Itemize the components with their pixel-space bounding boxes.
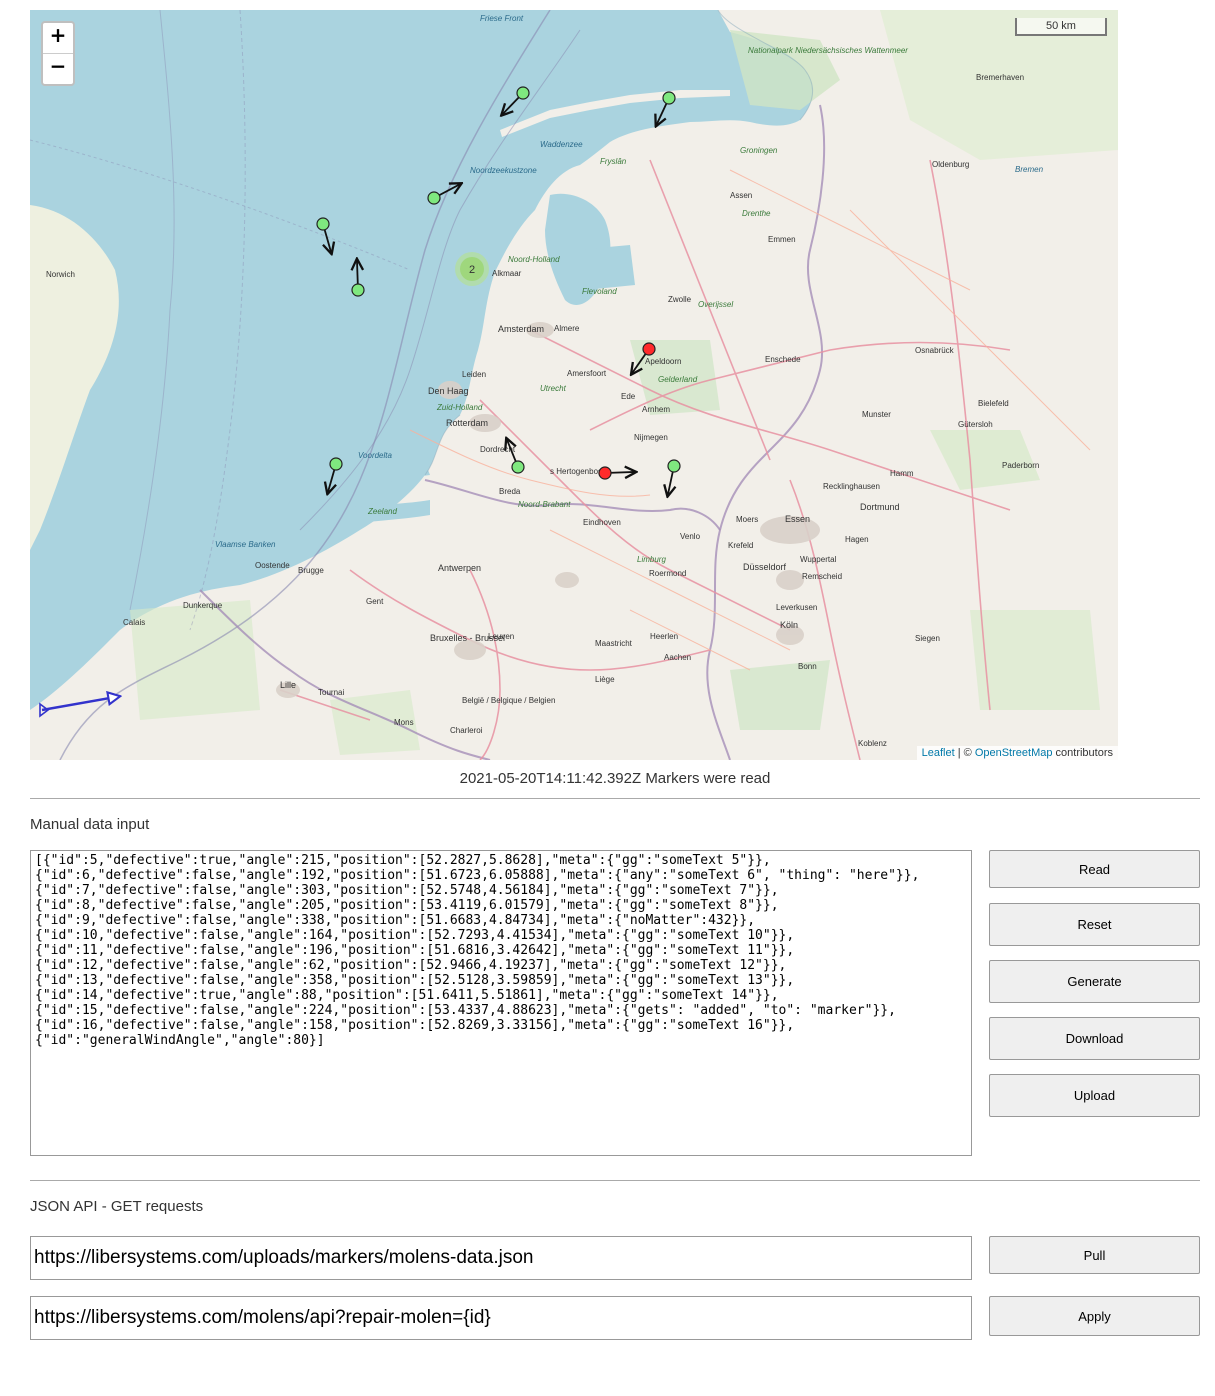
marker-cluster[interactable]: 2 — [455, 252, 489, 286]
map-attribution: Leaflet | © OpenStreetMap contributors — [916, 746, 1118, 760]
json-api-heading: JSON API - GET requests — [30, 1198, 204, 1215]
windmill-marker[interactable] — [656, 91, 676, 125]
marker-dot[interactable] — [662, 91, 676, 105]
manual-input-heading: Manual data input — [30, 816, 150, 833]
marker-dot[interactable] — [351, 283, 365, 297]
attribution-suffix: contributors — [1052, 747, 1113, 759]
marker-dot[interactable] — [329, 457, 343, 471]
windmill-marker[interactable] — [507, 439, 525, 474]
marker-dot[interactable] — [642, 342, 656, 356]
pull-url-input[interactable] — [30, 1236, 972, 1280]
upload-button[interactable]: Upload — [989, 1074, 1200, 1117]
map-scale: 50 km — [1015, 18, 1107, 36]
map[interactable]: Friese Front Nationalpark Niedersächsisch… — [30, 10, 1118, 760]
marker-layer: 2 — [39, 86, 681, 718]
windmill-marker[interactable] — [502, 86, 530, 115]
status-message: 2021-05-20T14:11:42.392Z Markers were re… — [459, 770, 771, 787]
marker-dot[interactable] — [598, 466, 612, 480]
json-data-textarea[interactable] — [30, 850, 972, 1156]
marker-dot[interactable] — [511, 460, 525, 474]
windmill-marker[interactable] — [427, 184, 460, 205]
defective-windmill-marker[interactable] — [632, 342, 656, 374]
svg-text:2: 2 — [469, 264, 475, 276]
apply-url-input[interactable] — [30, 1296, 972, 1340]
attribution-separator: | © — [954, 747, 975, 759]
marker-dot[interactable] — [427, 191, 441, 205]
zoom-out-button[interactable]: − — [43, 53, 73, 84]
reset-button[interactable]: Reset — [989, 903, 1200, 946]
generate-button[interactable]: Generate — [989, 960, 1200, 1003]
marker-dot[interactable] — [516, 86, 530, 100]
zoom-in-button[interactable]: + — [43, 23, 73, 53]
download-button[interactable]: Download — [989, 1017, 1200, 1060]
defective-windmill-marker[interactable] — [598, 466, 635, 480]
osm-link[interactable]: OpenStreetMap — [975, 747, 1053, 759]
windmill-marker[interactable] — [351, 260, 365, 297]
windmill-marker[interactable] — [328, 457, 343, 493]
pull-button[interactable]: Pull — [989, 1236, 1200, 1274]
apply-button[interactable]: Apply — [989, 1296, 1200, 1336]
divider — [30, 1180, 1200, 1181]
read-button[interactable]: Read — [989, 850, 1200, 888]
general-wind-arrow — [39, 696, 119, 718]
marker-dot[interactable] — [316, 217, 330, 231]
divider — [30, 798, 1200, 799]
windmill-marker[interactable] — [667, 459, 681, 495]
zoom-control: + − — [41, 21, 75, 86]
windmill-marker[interactable] — [316, 217, 331, 253]
leaflet-link[interactable]: Leaflet — [922, 747, 955, 759]
marker-dot[interactable] — [667, 459, 681, 473]
